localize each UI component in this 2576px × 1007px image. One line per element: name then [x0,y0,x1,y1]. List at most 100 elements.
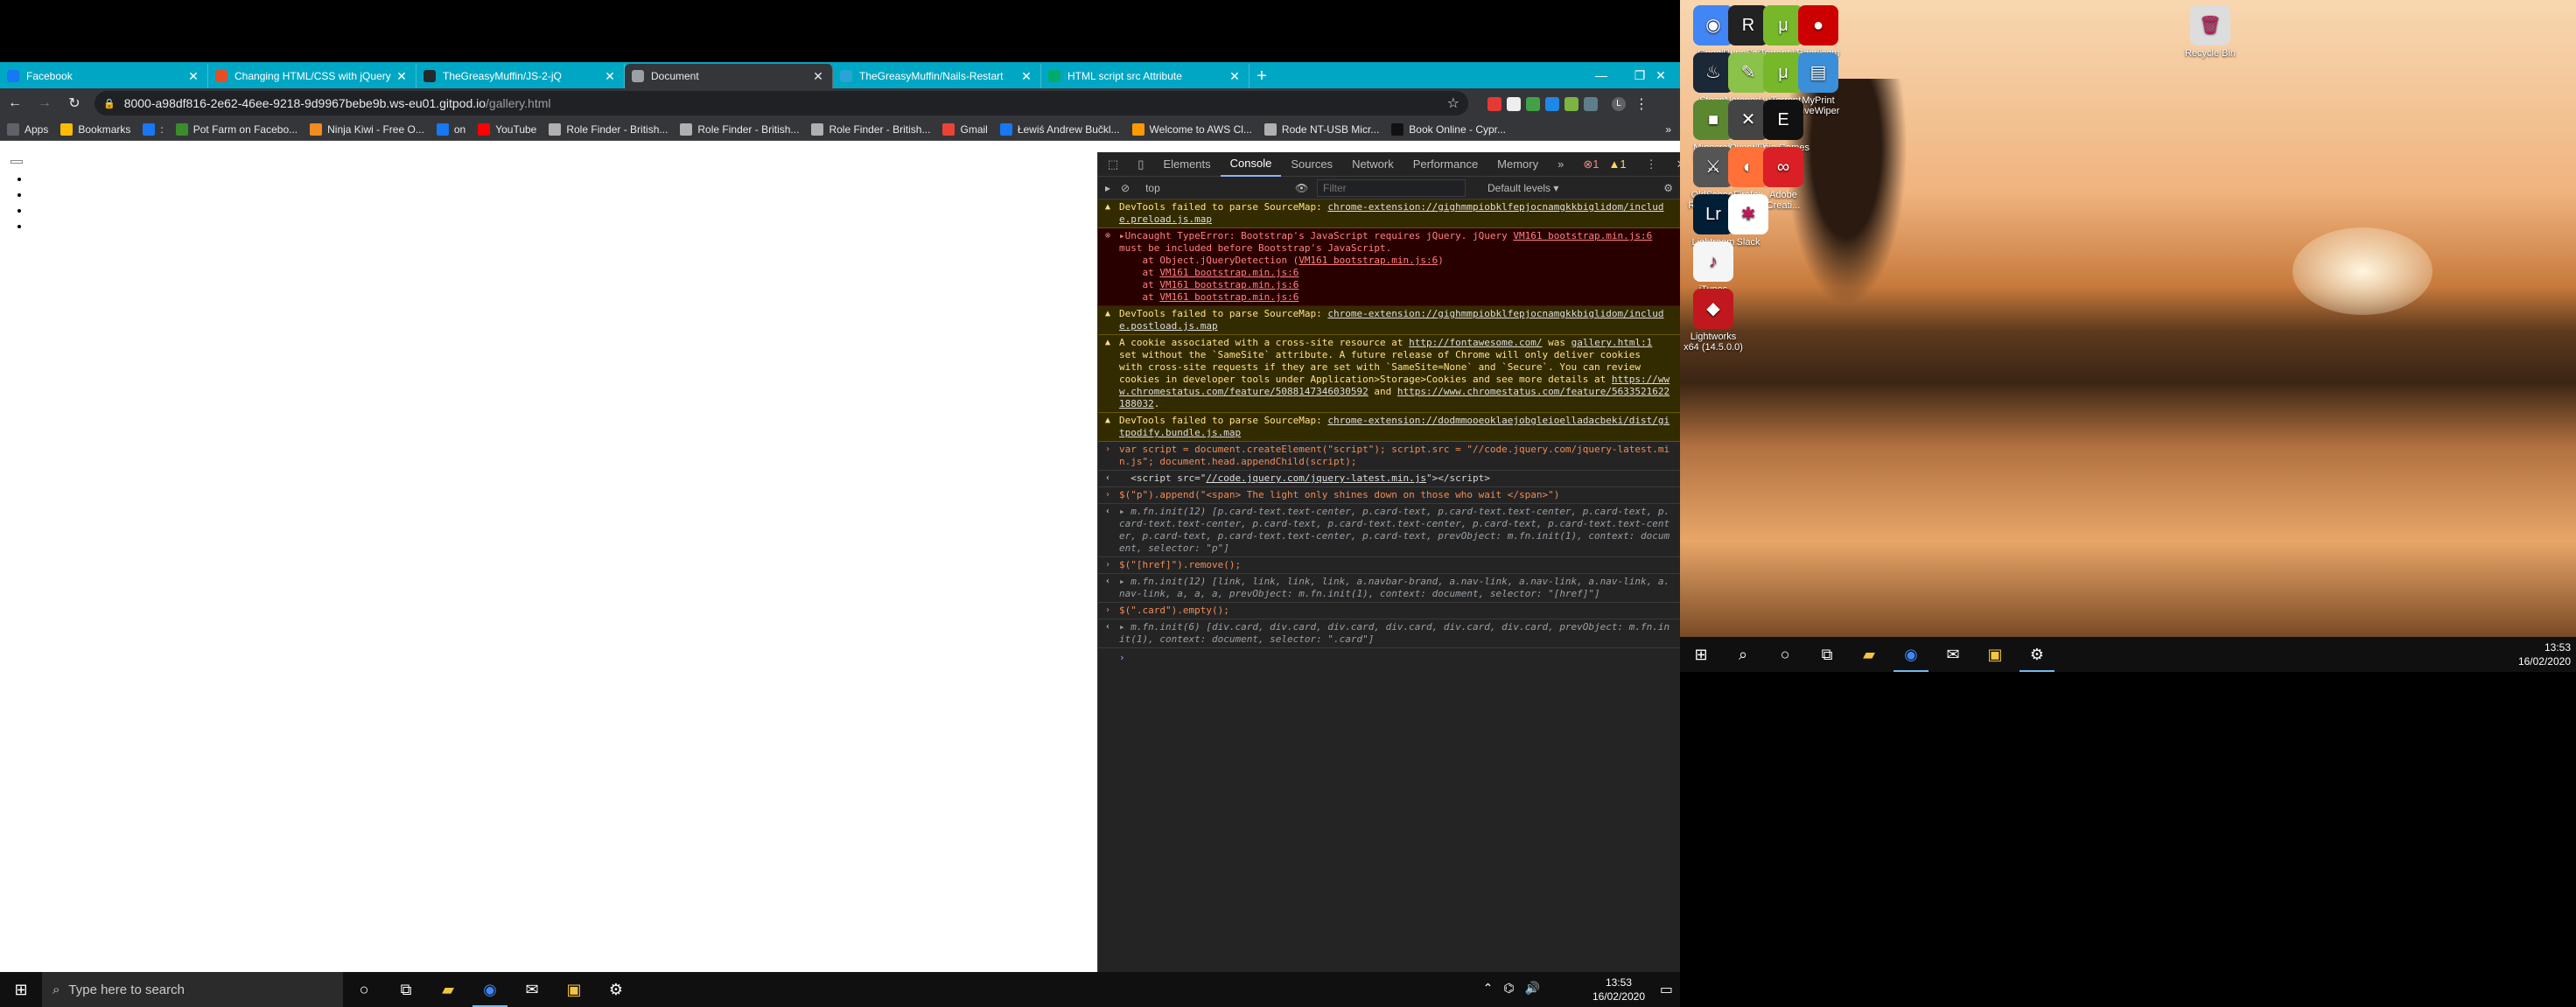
search-icon[interactable]: ⌕ [1722,637,1764,672]
browser-tab[interactable]: Facebook ✕ [0,64,208,88]
extension-icon[interactable] [1584,97,1598,111]
bookmark-item[interactable]: Pot Farm on Facebo... [175,122,298,136]
bookmark-item[interactable]: Gmail [942,122,988,136]
log-levels-dropdown[interactable]: Default levels ▾ [1488,182,1558,194]
windows-start-icon[interactable]: ⊞ [0,972,42,1007]
bookmark-item[interactable]: on [436,122,466,136]
app-icon[interactable]: ⚙ [2016,637,2058,672]
app-icon[interactable]: ⚙ [595,972,637,1007]
windows-start-icon[interactable]: ⊞ [1680,637,1722,672]
desktop-shortcut[interactable]: ✱ Slack [1717,194,1780,248]
extension-icon[interactable] [1545,97,1559,111]
desktop-shortcut[interactable]: 🗑 Recycle Bin [2179,5,2242,59]
tab-close-icon[interactable]: ✕ [1019,69,1033,84]
source-link[interactable]: VM161 bootstrap.min.js:6 [1298,255,1438,266]
cortana-icon[interactable]: ○ [1764,637,1806,672]
devtools-tab[interactable]: Console [1220,152,1282,177]
devtools-menu-icon[interactable]: ⋮ [1636,152,1667,177]
tab-close-icon[interactable]: ✕ [186,69,200,84]
menu-kebab-icon[interactable]: ⋮ [1634,95,1648,113]
task-view-icon[interactable]: ⧉ [1806,637,1848,672]
source-link[interactable]: VM161 bootstrap.min.js:6 [1159,267,1298,278]
devtools-tab[interactable]: Memory [1488,152,1548,177]
bookmark-item[interactable]: YouTube [478,122,536,136]
browser-tab[interactable]: TheGreasyMuffin/JS-2-jQ ✕ [416,64,625,88]
notifications-icon[interactable]: ▭ [1660,981,1673,998]
source-link[interactable]: chrome-extension://gighmmpiobklfepjocnam… [1119,308,1664,332]
bookmark-item[interactable]: : [143,122,164,136]
tab-close-icon[interactable]: ✕ [603,69,617,84]
chrome-taskbar-icon[interactable]: ◉ [469,972,511,1007]
reload-icon[interactable]: ↻ [60,88,89,118]
bookmark-item[interactable]: Role Finder - British... [680,122,799,136]
source-link[interactable]: chrome-extension://gighmmpiobklfepjocnam… [1119,201,1664,225]
chevron-up-icon[interactable]: ⌃ [1483,981,1494,996]
bookmark-item[interactable]: Welcome to AWS Cl... [1131,122,1252,136]
source-link[interactable]: gallery.html:1 [1572,337,1653,348]
browser-tab[interactable]: TheGreasyMuffin/Nails-Restart ✕ [833,64,1041,88]
extension-icon[interactable] [1564,97,1578,111]
source-link[interactable]: VM161 bootstrap.min.js:6 [1513,230,1652,241]
tab-close-icon[interactable]: ✕ [811,69,825,84]
desktop-shortcut[interactable]: ♪iTunes [1682,241,1745,295]
console-settings-icon[interactable]: ⚙ [1663,182,1673,194]
bookmark-item[interactable]: Rode NT-USB Micr... [1264,122,1379,136]
taskbar-search-box[interactable]: ⌕ Type here to search [42,972,343,1007]
task-view-icon[interactable]: ⧉ [385,972,427,1007]
mail-icon[interactable]: ✉ [1932,637,1974,672]
bookmark-item[interactable]: Role Finder - British... [811,122,930,136]
devtools-tab[interactable]: Network [1342,152,1404,177]
warning-count-badge[interactable]: ▲ 1 [1609,152,1636,177]
console-prompt[interactable]: › [1098,648,1680,668]
bookmark-item[interactable]: Łewiś Andrew Bučkl... [999,122,1120,136]
live-expression-icon[interactable]: 👁 [1295,182,1308,194]
cortana-icon[interactable]: ○ [343,972,385,1007]
mail-icon[interactable]: ✉ [511,972,553,1007]
file-explorer-icon[interactable]: ▰ [1848,637,1890,672]
clear-console-icon[interactable]: ⊘ [1121,182,1130,194]
tab-close-icon[interactable]: ✕ [395,69,409,84]
network-icon[interactable]: ⌬ [1503,981,1514,996]
browser-tab[interactable]: Document ✕ [625,64,833,88]
error-count-badge[interactable]: ⊗ 1 [1573,152,1608,177]
desktop-shortcut[interactable]: ◆ Lightworks x64 (14.5.0.0) [1682,289,1745,353]
more-tabs-button[interactable]: » [1548,152,1573,177]
bookmarks-overflow-icon[interactable]: » [1665,123,1671,136]
back-icon[interactable]: ← [0,88,30,118]
sidebar-toggle-icon[interactable]: ▸ [1105,182,1110,194]
source-link[interactable]: //code.jquery.com/jquery-latest.min.js [1206,472,1426,484]
extension-icon[interactable] [1507,97,1521,111]
bookmark-item[interactable]: Book Online - Cypr... [1391,122,1506,136]
bookmark-item[interactable]: Ninja Kiwi - Free O... [310,122,424,136]
forward-icon[interactable]: → [30,88,60,118]
source-link[interactable]: VM161 bootstrap.min.js:6 [1159,291,1298,303]
device-toggle-icon[interactable]: ▯ [1128,152,1153,177]
store-icon[interactable]: ▣ [1974,637,2016,672]
bookmark-item[interactable]: Apps [7,122,48,136]
taskbar-clock[interactable]: 13:53 16/02/2020 [1592,976,1645,1004]
browser-tab[interactable]: Changing HTML/CSS with jQuery ✕ [208,64,416,88]
extension-icon[interactable] [1526,97,1540,111]
taskbar-clock[interactable]: 13:53 16/02/2020 [2518,640,2571,668]
extension-icon[interactable] [1488,97,1502,111]
close-window-button[interactable]: ✕ [1642,62,1680,88]
devtools-tab[interactable]: Sources [1281,152,1342,177]
minimize-button[interactable]: — [1582,62,1620,88]
desktop-shortcut[interactable]: ●Bandicam [1787,5,1850,59]
bookmark-item[interactable]: Bookmarks [60,122,130,136]
source-link[interactable]: http://fontawesome.com/ [1409,337,1542,348]
profile-avatar[interactable]: L [1612,97,1626,111]
bookmark-star-icon[interactable]: ☆ [1447,94,1460,112]
inspect-icon[interactable]: ⬚ [1098,152,1128,177]
bookmark-item[interactable]: Role Finder - British... [549,122,668,136]
navbar-toggle-button[interactable] [10,160,23,164]
tab-close-icon[interactable]: ✕ [1228,69,1242,84]
source-link[interactable]: VM161 bootstrap.min.js:6 [1159,279,1298,290]
source-link[interactable]: chrome-extension://dodmmooeoklaejobgleio… [1119,415,1670,438]
chrome-taskbar-icon[interactable]: ◉ [1890,637,1932,672]
console-filter-input[interactable] [1317,179,1466,197]
store-icon[interactable]: ▣ [553,972,595,1007]
file-explorer-icon[interactable]: ▰ [427,972,469,1007]
devtools-tab[interactable]: Performance [1404,152,1488,177]
new-tab-button[interactable]: + [1250,64,1274,88]
